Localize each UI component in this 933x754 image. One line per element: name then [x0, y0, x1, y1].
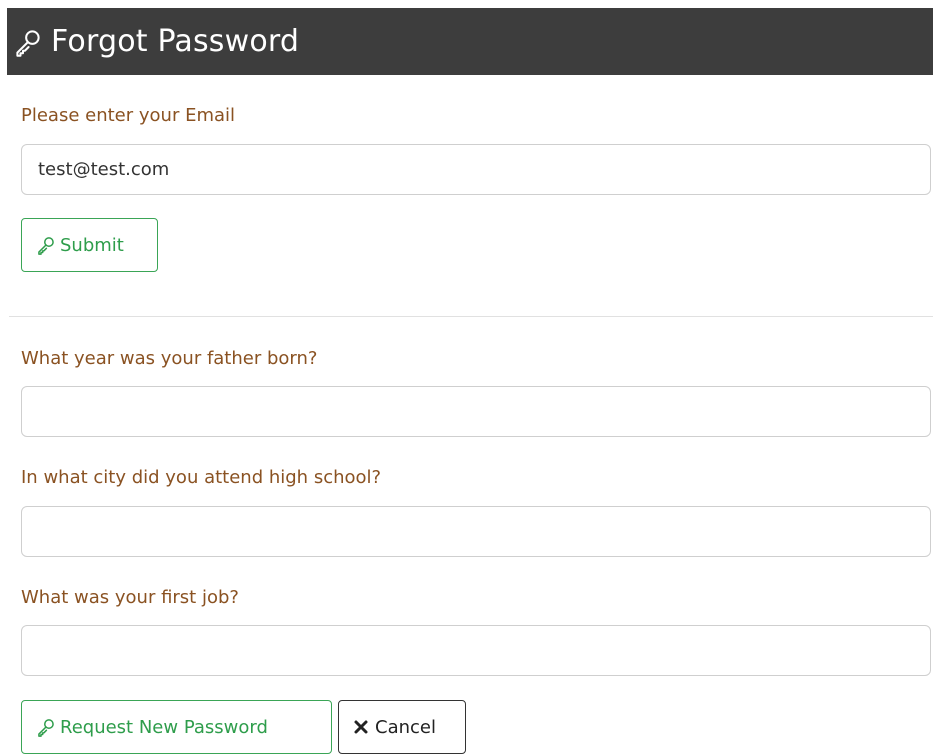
- cancel-button-label: Cancel: [375, 716, 436, 738]
- close-icon: [353, 719, 369, 735]
- request-new-password-label: Request New Password: [60, 716, 268, 738]
- question-label-high-school-city: In what city did you attend high school?: [21, 467, 382, 488]
- high-school-city-field[interactable]: [21, 506, 931, 557]
- page-header: Forgot Password: [7, 8, 933, 75]
- request-new-password-button[interactable]: Request New Password: [21, 700, 332, 754]
- email-field[interactable]: [21, 144, 931, 195]
- key-icon: [36, 235, 56, 255]
- email-label: Please enter your Email: [21, 105, 236, 126]
- page-title: Forgot Password: [51, 23, 300, 59]
- submit-button-label: Submit: [60, 234, 124, 256]
- cancel-button[interactable]: Cancel: [338, 700, 466, 754]
- question-label-father-birth-year: What year was your father born?: [21, 348, 318, 369]
- submit-button[interactable]: Submit: [21, 218, 158, 272]
- section-divider: [9, 316, 933, 317]
- key-icon: [36, 717, 56, 737]
- father-birth-year-field[interactable]: [21, 386, 931, 437]
- question-label-first-job: What was your first job?: [21, 587, 239, 608]
- key-icon: [13, 27, 43, 57]
- first-job-field[interactable]: [21, 625, 931, 676]
